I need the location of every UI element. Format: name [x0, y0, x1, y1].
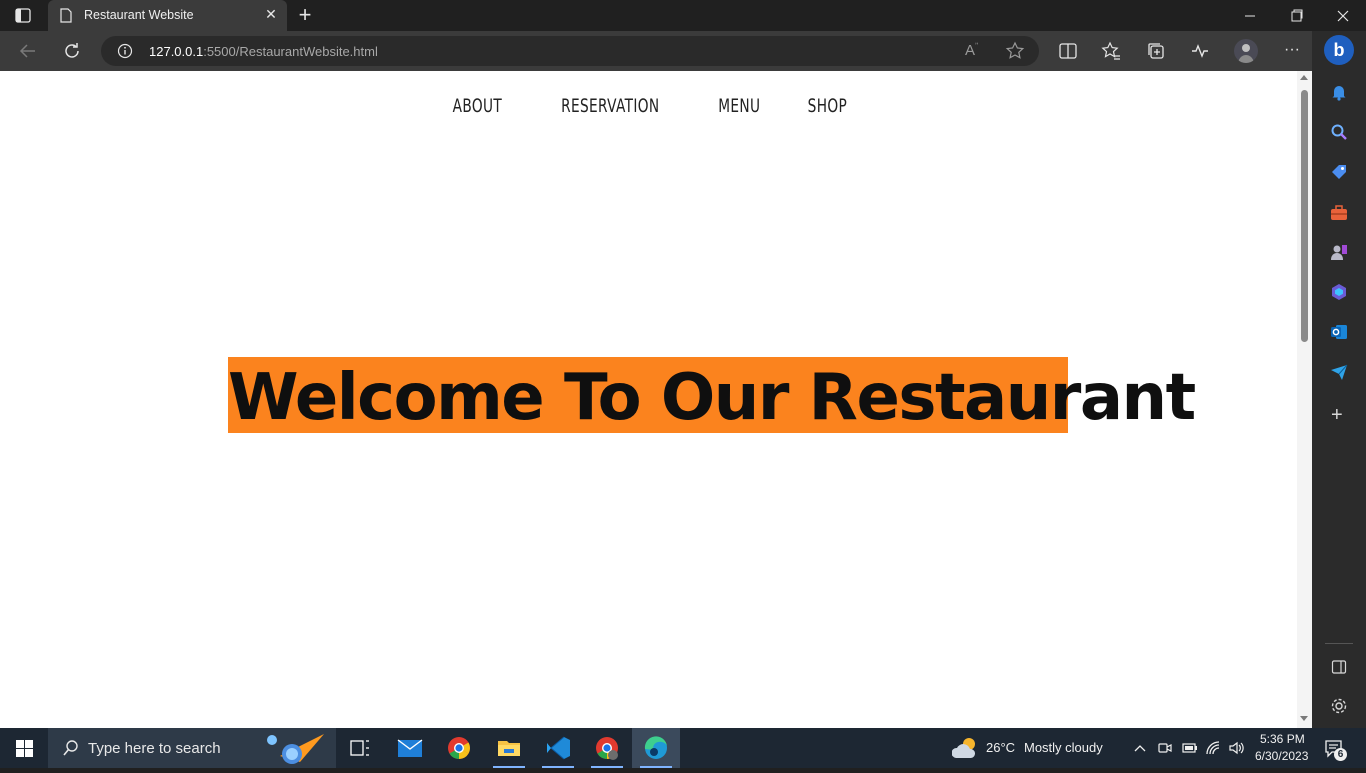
- back-icon[interactable]: [17, 41, 39, 61]
- tab-restaurant-website[interactable]: Restaurant Website ✕: [48, 0, 287, 31]
- weather-text[interactable]: Mostly cloudy: [1024, 740, 1103, 755]
- hero-title: Welcome To Our Restaurant: [228, 361, 1196, 435]
- nav-reservation[interactable]: RESERVATION: [561, 95, 659, 117]
- send-icon[interactable]: [1330, 363, 1348, 386]
- scrollbar-thumb[interactable]: [1301, 90, 1308, 342]
- weather-temp[interactable]: 26°C: [986, 740, 1015, 755]
- notification-count-badge: 6: [1334, 748, 1347, 761]
- volume-icon[interactable]: [1228, 740, 1246, 761]
- weather-cloud-icon[interactable]: [951, 736, 980, 765]
- tab-actions-icon[interactable]: [14, 7, 32, 24]
- hero-banner: Welcome To Our Restaurant: [228, 357, 1196, 435]
- browser-essentials-icon[interactable]: [1190, 41, 1210, 61]
- briefcase-icon[interactable]: [1330, 204, 1348, 227]
- sidebar-divider: [1325, 643, 1353, 644]
- read-aloud-icon[interactable]: Aʼʼ: [965, 42, 979, 59]
- url-path: :5500/RestaurantWebsite.html: [203, 44, 378, 59]
- page-icon: [60, 8, 72, 28]
- clock-time[interactable]: 5:36 PM: [1260, 732, 1305, 746]
- favorite-star-icon[interactable]: [1005, 41, 1025, 66]
- bell-icon[interactable]: [1330, 83, 1348, 106]
- search-placeholder: Type here to search: [88, 740, 221, 757]
- copilot-icon[interactable]: [1330, 283, 1348, 306]
- nav-about[interactable]: ABOUT: [452, 95, 501, 117]
- url-text: 127.0.0.1:5500/RestaurantWebsite.html: [149, 44, 378, 59]
- site-info-icon[interactable]: [117, 43, 133, 64]
- close-tab-icon[interactable]: ✕: [263, 6, 279, 22]
- scroll-up-icon[interactable]: [1300, 75, 1308, 80]
- edge-sidebar: b +: [1312, 31, 1366, 728]
- more-options-icon[interactable]: ···: [1280, 41, 1304, 61]
- games-icon[interactable]: [1330, 243, 1348, 266]
- search-icon: [62, 739, 80, 762]
- clock-date[interactable]: 6/30/2023: [1255, 749, 1308, 763]
- browser-toolbar: 127.0.0.1:5500/RestaurantWebsite.html Aʼ…: [0, 31, 1312, 71]
- tab-title: Restaurant Website: [84, 8, 194, 22]
- panel-icon[interactable]: [1331, 659, 1347, 680]
- taskbar: Type here to search 26°C Mostly cloudy 5…: [0, 728, 1366, 768]
- web-page: ABOUT RESERVATION MENU SHOP Welcome To O…: [0, 71, 1297, 728]
- url-host: 127.0.0.1: [149, 44, 204, 59]
- nav-menu[interactable]: MENU: [718, 95, 760, 117]
- favorites-icon[interactable]: [1101, 41, 1121, 61]
- chrome-icon[interactable]: [435, 728, 483, 768]
- page-scrollbar[interactable]: [1297, 71, 1312, 728]
- chevron-up-icon[interactable]: [1133, 741, 1147, 759]
- meet-now-icon[interactable]: [1157, 740, 1173, 761]
- tag-icon[interactable]: [1330, 163, 1348, 186]
- minimize-icon[interactable]: [1238, 8, 1262, 24]
- profile-avatar[interactable]: [1234, 39, 1258, 63]
- file-explorer-icon[interactable]: [485, 728, 533, 768]
- search-icon[interactable]: [1330, 123, 1348, 146]
- windows-start-icon[interactable]: [16, 740, 33, 762]
- mail-icon[interactable]: [386, 728, 434, 768]
- address-bar[interactable]: 127.0.0.1:5500/RestaurantWebsite.html Aʼ…: [101, 36, 1039, 66]
- add-icon[interactable]: +: [1331, 405, 1343, 425]
- restore-icon[interactable]: [1285, 8, 1309, 24]
- close-window-icon[interactable]: [1331, 8, 1355, 24]
- collections-icon[interactable]: [1146, 41, 1166, 61]
- search-highlight-icon: [260, 732, 330, 771]
- outlook-icon[interactable]: [1330, 323, 1348, 346]
- new-tab-button[interactable]: +: [294, 2, 316, 28]
- taskbar-search[interactable]: Type here to search: [48, 728, 336, 768]
- nav-shop[interactable]: SHOP: [807, 95, 846, 117]
- edge-icon[interactable]: [632, 728, 680, 768]
- wifi-icon[interactable]: [1205, 740, 1223, 761]
- vscode-icon[interactable]: [534, 728, 582, 768]
- battery-icon[interactable]: [1181, 740, 1199, 761]
- title-bar: Restaurant Website ✕ +: [0, 0, 1366, 31]
- settings-icon[interactable]: [1330, 697, 1348, 720]
- split-screen-icon[interactable]: [1058, 41, 1078, 61]
- task-view-icon[interactable]: [336, 728, 384, 768]
- bing-copilot-icon[interactable]: b: [1324, 35, 1354, 65]
- refresh-icon[interactable]: [61, 41, 83, 61]
- main-nav: ABOUT RESERVATION MENU SHOP: [0, 95, 1297, 125]
- chrome-profile-icon[interactable]: [583, 728, 631, 768]
- scroll-down-icon[interactable]: [1300, 716, 1308, 721]
